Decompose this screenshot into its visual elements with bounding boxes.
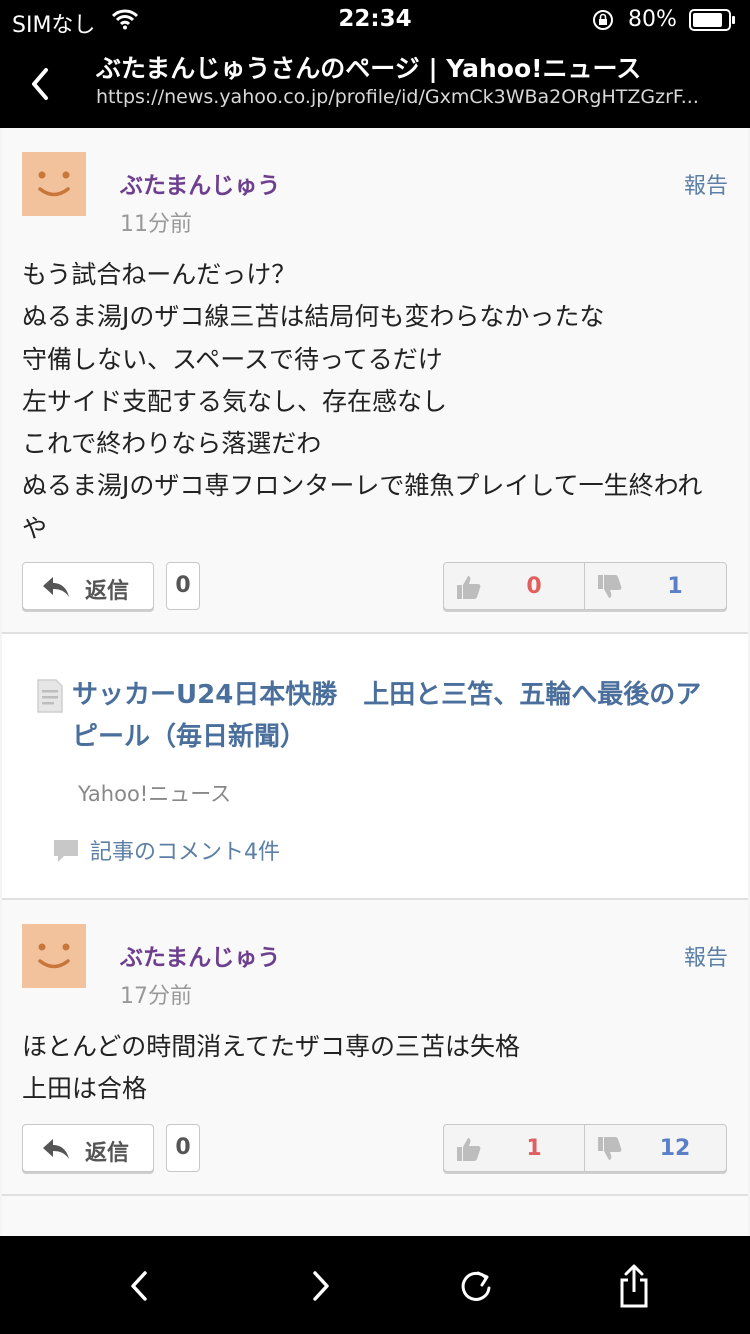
dislike-count: 12 [659,1136,691,1161]
comment-card: ぶたまんじゅう 11分前 報告 もう試合ねーんだっけ？ ぬるま湯Jのザコ線三苫は… [2,128,748,634]
share-icon[interactable] [614,1264,654,1308]
status-bar: SIMなし 22:34 80% [0,0,750,40]
orientation-lock-icon [593,10,613,30]
dislike-button[interactable]: 1 [585,563,726,609]
user-name[interactable]: ぶたまんじゅう [120,166,280,200]
thumbs-down-icon [598,575,622,598]
reply-label: 返信 [85,579,130,604]
reply-button[interactable]: 返信 [22,562,154,610]
page-url: https://news.yahoo.co.jp/profile/id/GxmC… [96,86,699,108]
vote-group: 1 12 [443,1124,727,1172]
thumbs-up-icon [457,1138,481,1161]
forward-arrow-icon[interactable] [300,1264,340,1308]
like-count: 1 [526,1136,542,1161]
page-title: ぶたまんじゅうさんのページ | Yahoo!ニュース [96,54,642,83]
article-comments-link[interactable]: 記事のコメント4件 [90,834,280,866]
like-count: 0 [526,574,542,599]
speech-bubble-icon [54,840,78,862]
avatar [22,924,86,988]
reply-button[interactable]: 返信 [22,1124,154,1172]
thumbs-up-icon [457,576,481,599]
browser-toolbar [0,1236,750,1334]
report-link[interactable]: 報告 [684,168,728,200]
back-icon[interactable] [22,60,62,108]
reply-count: 0 [166,1124,200,1172]
reply-icon [43,577,69,597]
battery-icon [689,9,735,31]
like-button[interactable]: 1 [444,1125,585,1171]
user-name[interactable]: ぶたまんじゅう [120,938,280,972]
comment-text: もう試合ねーんだっけ？ ぬるま湯Jのザコ線三苫は結局何も変わらなかったな 守備し… [22,260,703,543]
like-button[interactable]: 0 [444,563,585,609]
reload-icon[interactable] [456,1264,496,1308]
comment-card: ぶたまんじゅう 17分前 報告 ほとんどの時間消えてたザコ専の三苫は失格 上田は… [2,900,748,1196]
battery-percent: 80% [628,7,677,32]
article-title-link[interactable]: サッカーU24日本快勝 上田と三笘、五輪へ最後のアピール（毎日新聞） [72,674,722,758]
comment-time: 11分前 [120,212,192,237]
comment-feed[interactable]: ぶたまんじゅう 11分前 報告 もう試合ねーんだっけ？ ぬるま湯Jのザコ線三苫は… [0,128,750,1236]
thumbs-down-icon [598,1137,622,1160]
article-source: Yahoo!ニュース [78,782,232,806]
dislike-count: 1 [667,574,683,599]
reply-count: 0 [166,562,200,610]
reply-label: 返信 [85,1141,130,1166]
dislike-button[interactable]: 12 [585,1125,726,1171]
back-arrow-icon[interactable] [120,1264,160,1308]
comment-text: ほとんどの時間消えてたザコ専の三苫は失格 上田は合格 [22,1032,521,1104]
avatar [22,152,86,216]
nav-bar: ぶたまんじゅうさんのページ | Yahoo!ニュース https://news.… [0,40,750,128]
vote-group: 0 1 [443,562,727,610]
document-icon [37,679,63,713]
comment-time: 17分前 [120,984,192,1009]
reply-icon [43,1139,69,1159]
report-link[interactable]: 報告 [684,940,728,972]
article-card: サッカーU24日本快勝 上田と三笘、五輪へ最後のアピール（毎日新聞） Yahoo… [2,634,748,900]
comment-card-partial [2,1196,748,1236]
